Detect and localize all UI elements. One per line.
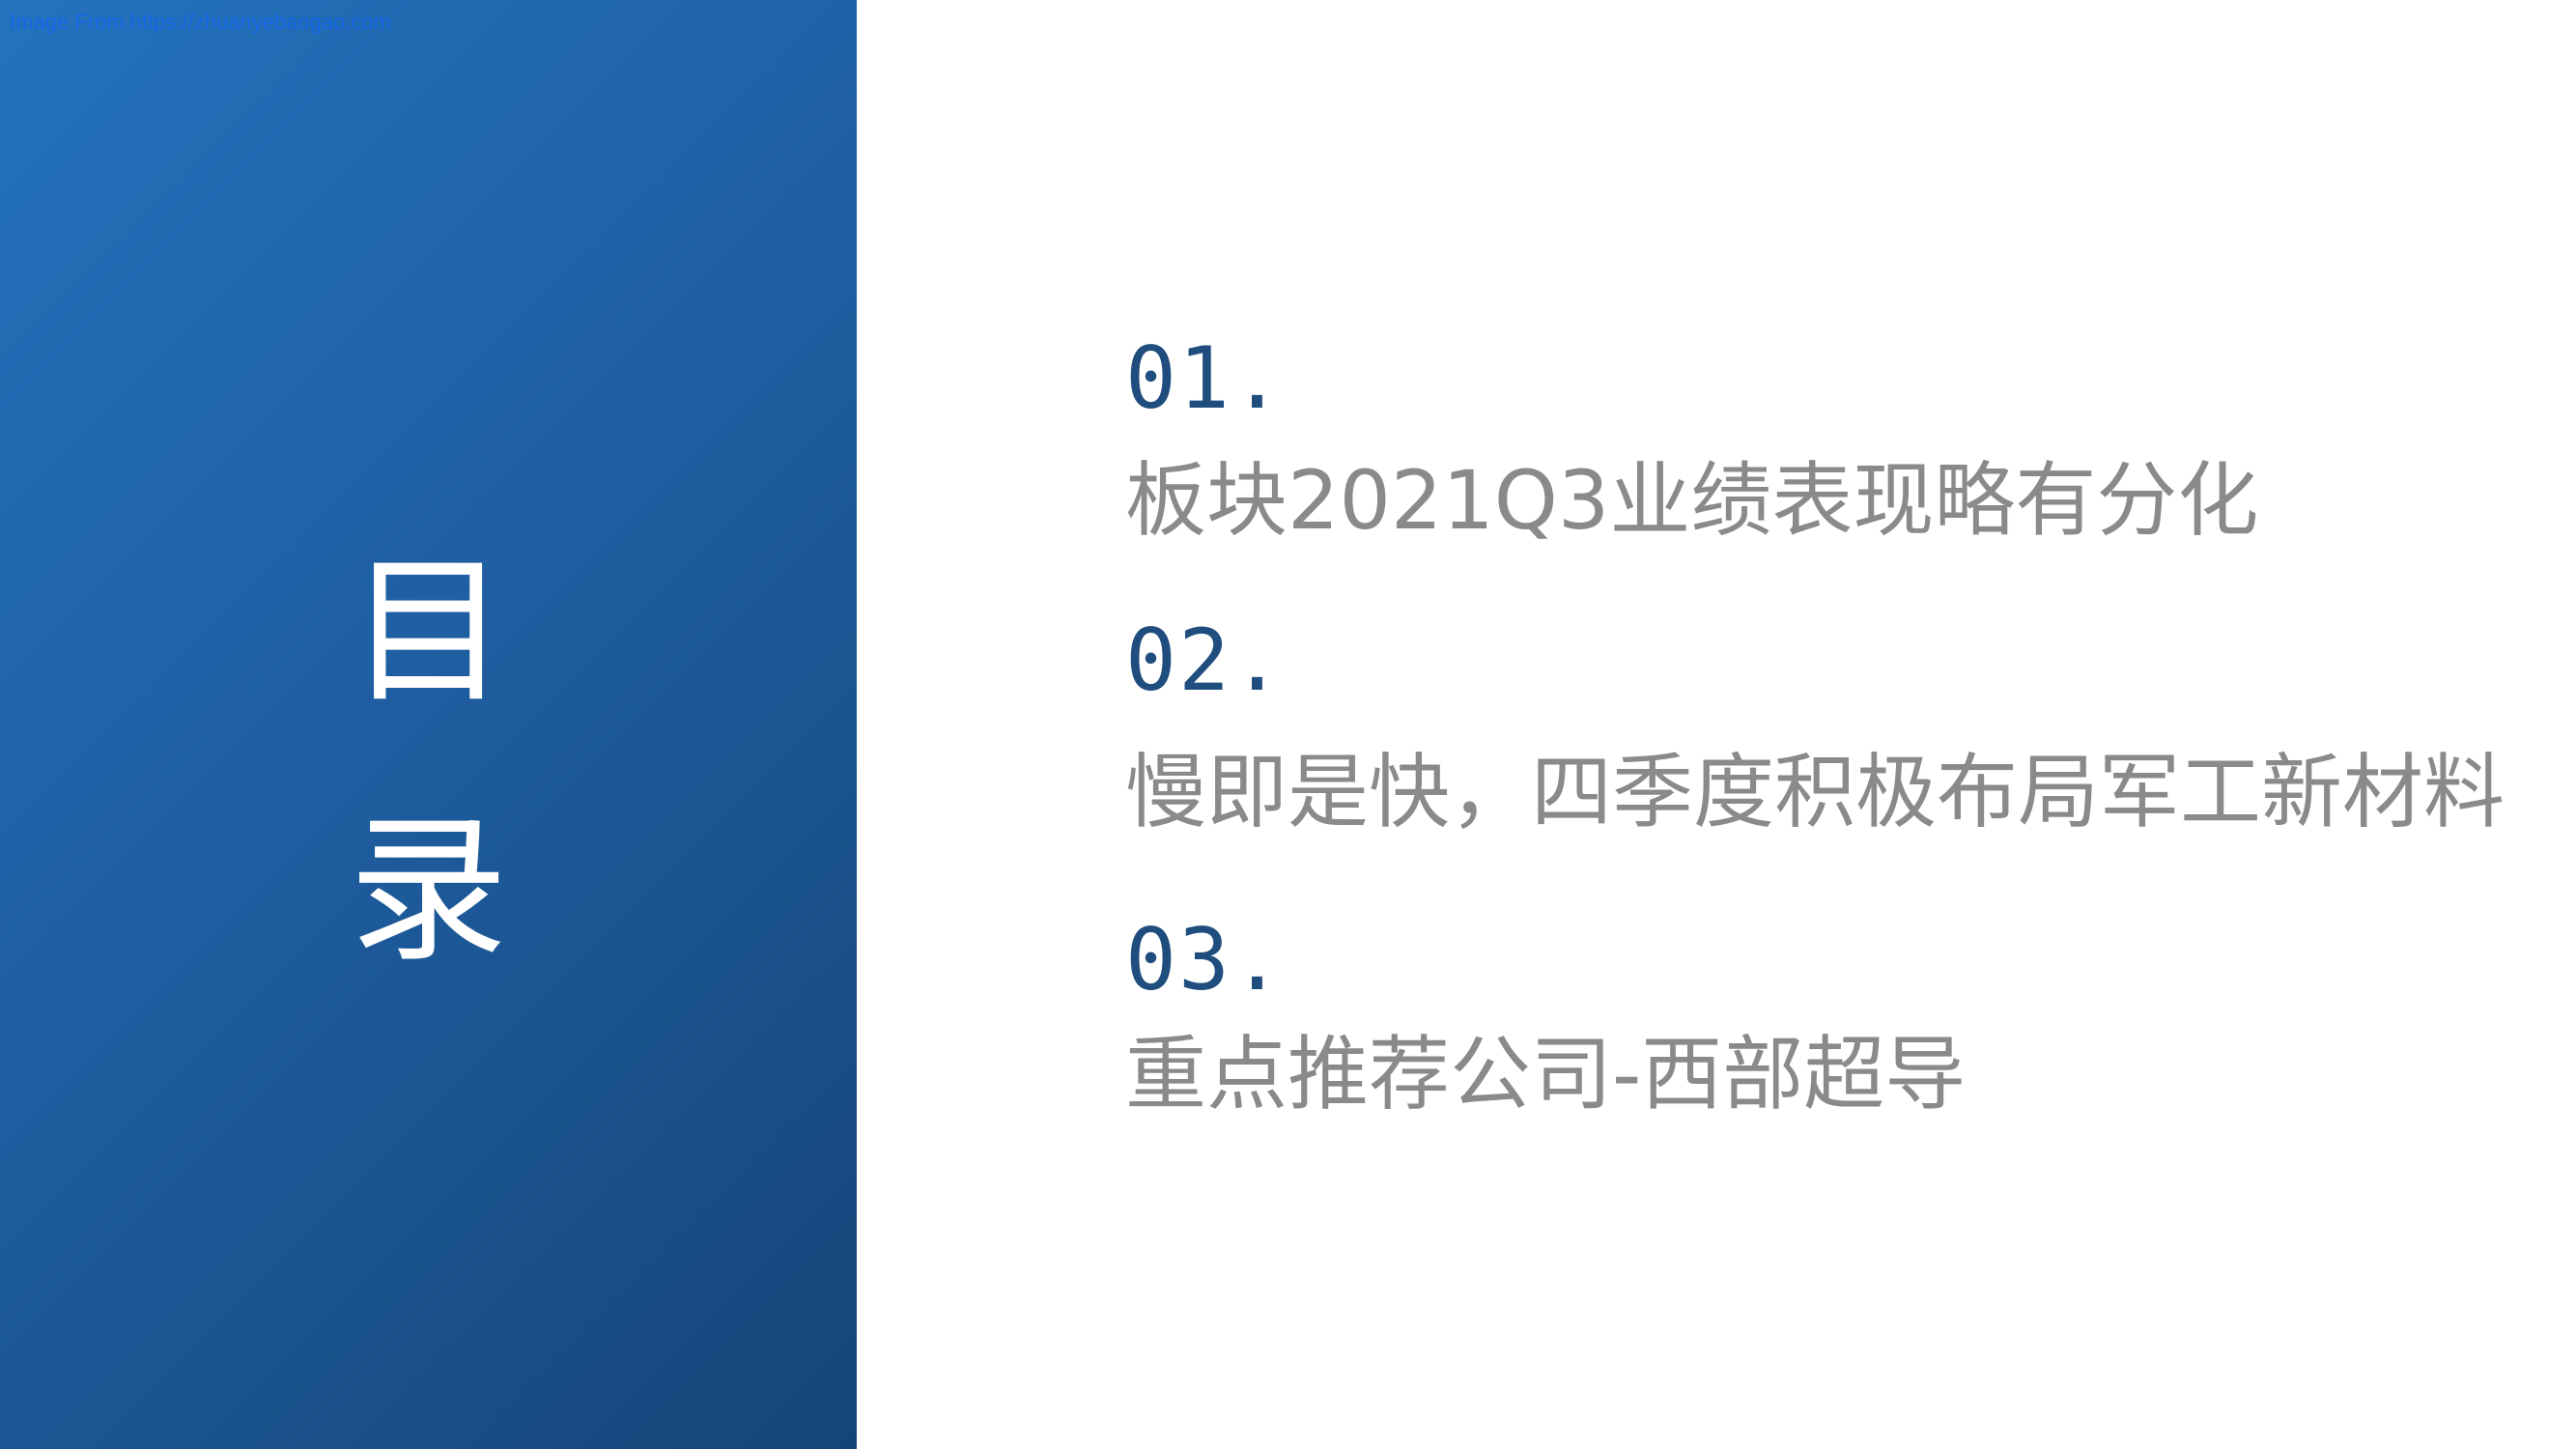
toc-number: 02. xyxy=(1125,611,1285,710)
title-char-2: 录 xyxy=(349,798,508,983)
toc-label: 重点推荐公司-西部超导 xyxy=(1125,1027,1967,1122)
title-panel: Image From https://zhuanyebaogao.com 目 录 xyxy=(0,0,857,1449)
toc-label: 板块2021Q3业绩表现略有分化 xyxy=(1125,453,2259,548)
toc-item-2: 02. 慢即是快，四季度积极布局军工新材料 xyxy=(1125,611,2505,839)
watermark-text: Image From https://zhuanyebaogao.com xyxy=(10,10,391,34)
toc-number: 01. xyxy=(1125,328,1285,428)
toc-item-3: 03. 重点推荐公司-西部超导 xyxy=(1125,910,1967,1122)
title-char-1: 目 xyxy=(349,539,508,724)
toc-number: 03. xyxy=(1125,910,1285,1009)
toc-label: 慢即是快，四季度积极布局军工新材料 xyxy=(1125,745,2505,839)
toc-item-1: 01. 板块2021Q3业绩表现略有分化 xyxy=(1125,328,2259,548)
